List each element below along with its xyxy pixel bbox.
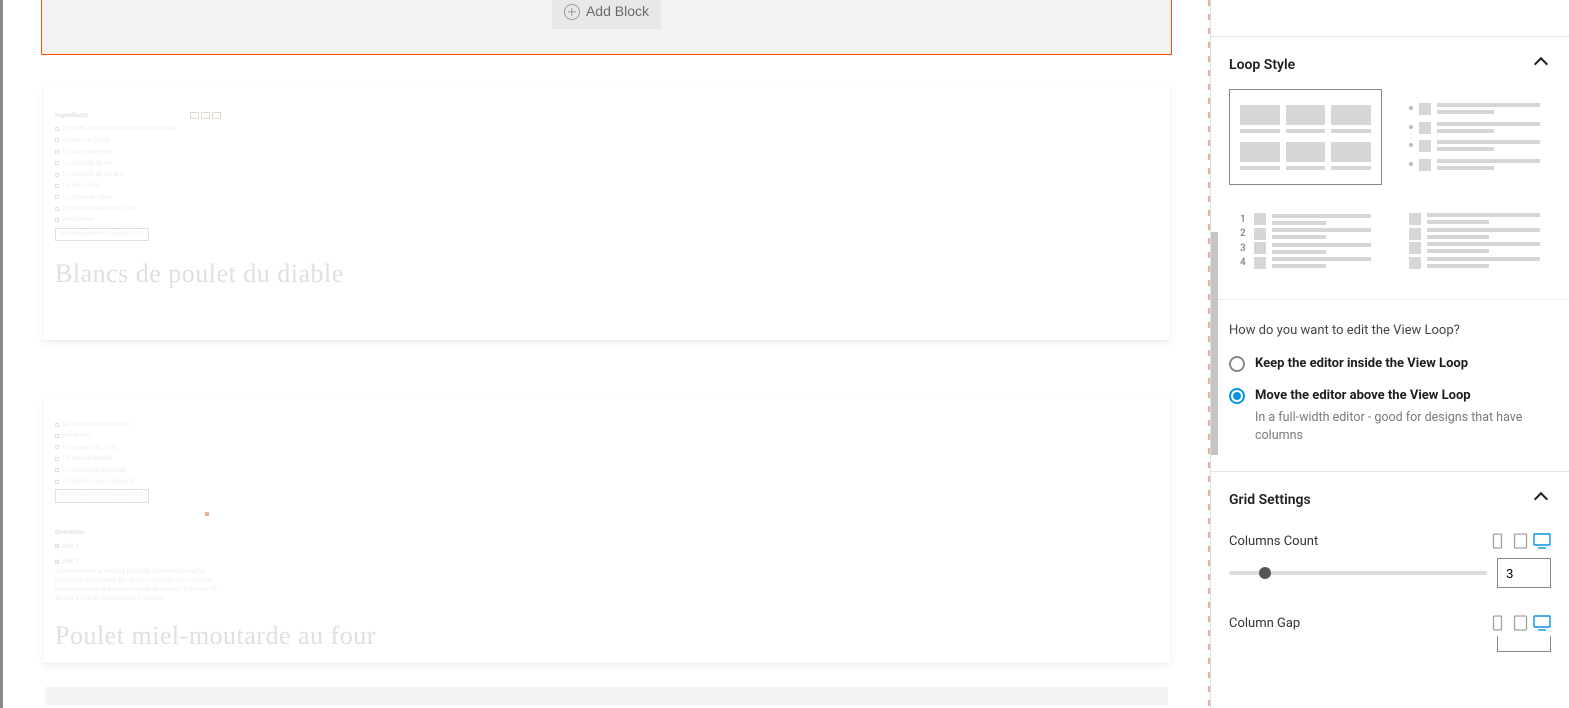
recipe-title: Poulet miel-moutarde au four [51, 621, 1170, 651]
columns-count-label: Columns Count [1229, 534, 1318, 549]
column-gap-label: Column Gap [1229, 616, 1300, 631]
device-mobile-icon[interactable] [1489, 532, 1507, 550]
loop-style-option-plain[interactable] [1398, 201, 1551, 281]
editor-selected-block[interactable]: Add Block [41, 0, 1172, 55]
recipe-preview: Ingredients 2 cuil d'huile d'olive ou de… [51, 105, 221, 251]
loop-item-card[interactable] [45, 687, 1168, 705]
radio-icon [1229, 388, 1245, 404]
column-gap-input[interactable] [1497, 636, 1551, 652]
editor-canvas: Add Block Ingredients 2 cuil d'huile d'o… [0, 0, 1210, 708]
scrollbar-thumb[interactable] [1210, 232, 1218, 455]
settings-sidebar: Loop Style [1210, 0, 1569, 708]
columns-count-slider[interactable] [1229, 571, 1487, 575]
chevron-up-icon [1531, 55, 1551, 75]
responsive-device-toggles [1489, 532, 1551, 550]
panel-grid-settings: Grid Settings Columns Count Column Gap [1211, 472, 1569, 670]
recipe-preview: Sel herbes miel moutarde Poivre noir 1 c… [51, 415, 221, 613]
device-mobile-icon[interactable] [1489, 614, 1507, 632]
device-tablet-icon[interactable] [1511, 614, 1529, 632]
panel-spacer [1211, 0, 1569, 37]
panel-title: Loop Style [1229, 57, 1295, 73]
device-tablet-icon[interactable] [1511, 532, 1529, 550]
add-block-button[interactable]: Add Block [552, 0, 661, 29]
add-block-label: Add Block [586, 3, 649, 19]
radio-icon [1229, 356, 1245, 372]
responsive-device-toggles [1489, 614, 1551, 632]
panel-grid-settings-header[interactable]: Grid Settings [1229, 490, 1551, 510]
loop-item-card[interactable]: Ingredients 2 cuil d'huile d'olive ou de… [43, 85, 1170, 340]
radio-editor-above[interactable]: Move the editor above the View Loop In a… [1229, 387, 1551, 445]
loop-style-option-bullets[interactable] [1398, 89, 1551, 185]
device-desktop-icon[interactable] [1533, 614, 1551, 632]
chevron-up-icon [1531, 490, 1551, 510]
loop-style-option-grid[interactable] [1229, 89, 1382, 185]
panel-loop-style: Loop Style [1211, 37, 1569, 472]
radio-label: Move the editor above the View Loop [1255, 387, 1551, 405]
device-desktop-icon[interactable] [1533, 532, 1551, 550]
loop-item-card[interactable]: Sel herbes miel moutarde Poivre noir 1 c… [43, 395, 1170, 663]
loop-edit-question: How do you want to edit the View Loop? [1229, 322, 1551, 341]
radio-description: In a full-width editor - good for design… [1255, 409, 1551, 445]
recipe-title: Blancs de poulet du diable [51, 259, 1170, 289]
plus-circle-icon [564, 4, 580, 20]
panel-title: Grid Settings [1229, 492, 1311, 508]
loop-style-option-numbered[interactable]: 1 2 3 4 [1229, 201, 1382, 281]
columns-count-input[interactable] [1497, 558, 1551, 588]
radio-label: Keep the editor inside the View Loop [1255, 355, 1551, 373]
panel-loop-style-header[interactable]: Loop Style [1229, 55, 1551, 75]
radio-editor-inside[interactable]: Keep the editor inside the View Loop [1229, 355, 1551, 373]
